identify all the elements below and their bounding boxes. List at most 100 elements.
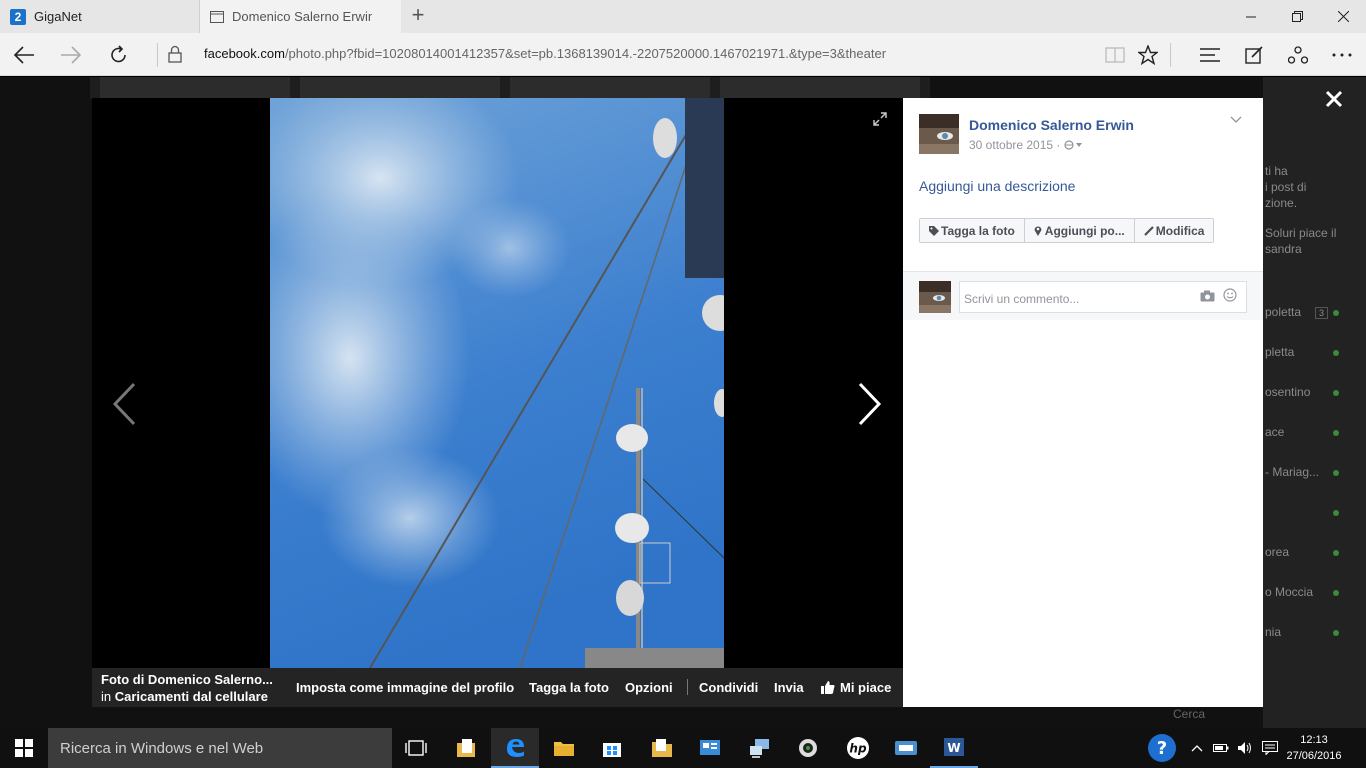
url-field[interactable]: facebook.com/photo.php?fbid=102080140014… (204, 46, 886, 61)
minimize-icon[interactable] (1228, 0, 1274, 33)
network-icon[interactable] (736, 728, 784, 768)
chevron-down-icon[interactable] (1230, 116, 1242, 124)
lock-icon[interactable] (168, 45, 182, 63)
date-text: 30 ottobre 2015 · (969, 138, 1061, 152)
webcam-icon[interactable] (784, 728, 832, 768)
add-location-button[interactable]: Aggiungi po... (1024, 219, 1135, 242)
bg-text: ace (1265, 425, 1285, 439)
privacy-globe-icon[interactable] (1064, 140, 1084, 150)
more-icon[interactable] (1319, 33, 1365, 76)
next-photo-icon[interactable] (856, 382, 882, 426)
windows-start-icon[interactable] (0, 728, 48, 768)
svg-text:hp: hp (849, 742, 867, 756)
search-placeholder: Ricerca in Windows e nel Web (60, 739, 264, 757)
fullscreen-icon[interactable] (873, 112, 887, 126)
add-description-link[interactable]: Aggiungi una descrizione (919, 178, 1075, 194)
bg-text: orea (1265, 545, 1290, 559)
bg-text: - Mariag... (1265, 465, 1320, 479)
background-chat-sidebar: ti ha i post di zione. Soluri piace il s… (1173, 77, 1366, 728)
battery-icon[interactable] (1210, 728, 1232, 768)
documents-folder-icon[interactable] (638, 728, 686, 768)
online-dot (1333, 470, 1339, 476)
edit-button[interactable]: Modifica (1134, 219, 1214, 242)
page-icon (210, 10, 224, 23)
camera-icon[interactable] (1200, 290, 1215, 302)
volume-icon[interactable] (1234, 728, 1256, 768)
send-link[interactable]: Invia (774, 680, 804, 695)
author-name[interactable]: Domenico Salerno Erwin (969, 117, 1134, 133)
post-date[interactable]: 30 ottobre 2015 · (969, 138, 1084, 152)
share-link[interactable]: Condividi (699, 680, 758, 695)
like-label: Mi piace (840, 680, 892, 695)
online-dot (1333, 590, 1339, 596)
viewer-avatar (919, 281, 951, 313)
caption-in: in (101, 689, 112, 704)
online-dot (1333, 430, 1339, 436)
bg-badge: 3 (1315, 307, 1329, 319)
previous-photo-icon[interactable] (112, 382, 138, 426)
caption-title[interactable]: Foto di Domenico Salerno... (101, 672, 273, 687)
tag-icon (929, 225, 939, 236)
file-explorer-doc-icon[interactable] (442, 728, 490, 768)
tab-giganet[interactable]: 2 GigaNet (0, 0, 200, 33)
tab-facebook-photo[interactable]: Domenico Salerno Erwin (200, 0, 401, 33)
task-view-icon[interactable] (392, 728, 440, 768)
forward-icon[interactable] (48, 33, 94, 76)
like-button[interactable]: Mi piace (821, 680, 891, 695)
author-avatar[interactable] (919, 114, 959, 154)
online-dot (1333, 390, 1339, 396)
close-window-icon[interactable] (1320, 0, 1366, 33)
address-bar: facebook.com/photo.php?fbid=102080140014… (0, 33, 1366, 76)
photo-action-buttons: Tagga la foto Aggiungi po... Modifica (919, 218, 1215, 243)
store-icon[interactable] (588, 728, 636, 768)
control-panel-icon[interactable] (686, 728, 734, 768)
svg-text:W: W (947, 741, 960, 755)
word-icon[interactable]: W (930, 728, 978, 768)
hp-icon[interactable]: hp (834, 728, 882, 768)
svg-text:?: ? (1157, 738, 1167, 759)
bg-text: Soluri piace il (1265, 226, 1337, 240)
comment-placeholder: Scrivi un commento... (964, 292, 1080, 306)
back-icon[interactable] (1, 33, 47, 76)
web-note-icon[interactable] (1231, 33, 1277, 76)
clock-time: 12:13 (1300, 734, 1328, 746)
action-center-icon[interactable] (1258, 728, 1282, 768)
bg-text: poletta (1265, 305, 1302, 319)
options-link[interactable]: Opzioni (625, 680, 673, 695)
emoji-icon[interactable] (1223, 288, 1237, 302)
tag-photo-button[interactable]: Tagga la foto (920, 219, 1025, 242)
hub-icon[interactable] (1187, 33, 1233, 76)
show-hidden-icons-chevron-icon[interactable] (1186, 728, 1208, 768)
favorite-star-icon[interactable] (1125, 33, 1171, 76)
tab-title: Domenico Salerno Erwin (232, 9, 372, 24)
taskbar-clock[interactable]: 12:13 27/06/2016 (1286, 732, 1342, 764)
set-profile-picture-link[interactable]: Imposta come immagine del profilo (296, 680, 514, 695)
browser-tab-strip: 2 GigaNet Domenico Salerno Erwin + (0, 0, 1366, 33)
help-question-icon[interactable]: ? (1138, 728, 1186, 768)
tag-photo-link[interactable]: Tagga la foto (529, 680, 609, 695)
refresh-icon[interactable] (96, 33, 142, 76)
background-photo-strip (90, 77, 930, 99)
restore-icon[interactable] (1274, 0, 1320, 33)
share-icon[interactable] (1275, 33, 1321, 76)
caption-album-line: in Caricamenti dal cellulare (101, 689, 268, 704)
bg-text: ti ha (1265, 164, 1288, 178)
photo-antenna-tower (270, 98, 724, 668)
thumbs-up-icon (821, 681, 835, 694)
bg-text: pletta (1265, 345, 1295, 359)
bg-text: zione. (1265, 196, 1298, 210)
folder-icon[interactable] (540, 728, 588, 768)
online-dot (1333, 310, 1339, 316)
new-tab-plus-icon[interactable]: + (406, 4, 430, 28)
photo-info-panel: Domenico Salerno Erwin 30 ottobre 2015 ·… (903, 98, 1263, 707)
online-dot (1333, 550, 1339, 556)
bg-text: osentino (1265, 385, 1311, 399)
edge-browser-icon[interactable] (491, 728, 539, 768)
tag-photo-label: Tagga la foto (941, 223, 1015, 238)
windows-taskbar: Ricerca in Windows e nel Web hp W ? 12:1… (0, 728, 1366, 768)
close-theater-icon[interactable] (1320, 85, 1348, 113)
taskbar-search-box[interactable]: Ricerca in Windows e nel Web (48, 728, 392, 768)
bg-text: o Moccia (1265, 585, 1314, 599)
caption-album-link[interactable]: Caricamenti dal cellulare (115, 689, 268, 704)
connection-manager-icon[interactable] (882, 728, 930, 768)
